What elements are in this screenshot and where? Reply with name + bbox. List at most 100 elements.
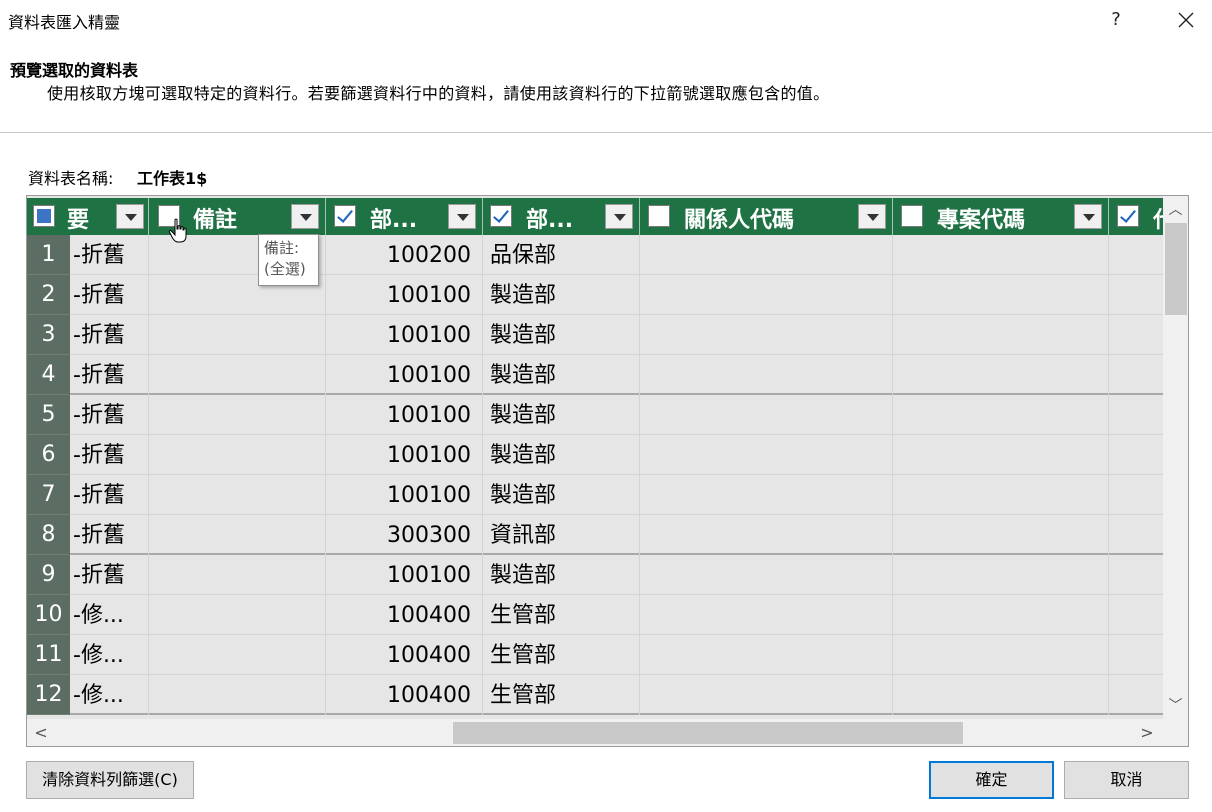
help-button[interactable]: ? <box>1100 4 1132 36</box>
column-checkbox[interactable] <box>334 205 356 227</box>
table-row: 9 -折舊 100100 製造部 <box>27 555 1163 595</box>
table-row: 1 -折舊 100200 品保部 <box>27 235 1163 275</box>
vertical-scrollbar[interactable]: ︿ ﹀ <box>1163 196 1188 719</box>
table-cell <box>893 315 1109 355</box>
column-header: 專案代碼 <box>893 198 1109 235</box>
table-name-label: 資料表名稱: <box>28 169 114 188</box>
table-row: 11 -修... 100400 生管部 <box>27 635 1163 675</box>
column-checkbox[interactable] <box>901 205 923 227</box>
table-row: 6 -折舊 100100 製造部 <box>27 435 1163 475</box>
table-cell: 100400 <box>326 635 483 675</box>
table-cell <box>893 355 1109 395</box>
table-cell <box>1109 475 1163 515</box>
column-label: 關係人代碼 <box>684 208 795 233</box>
table-cell <box>1109 315 1163 355</box>
page-heading: 預覽選取的資料表 <box>10 61 139 80</box>
table-cell: 製造部 <box>483 315 640 355</box>
table-cell: -折舊 <box>70 555 149 595</box>
table-cell <box>893 395 1109 435</box>
table-row: 12 -修... 100400 生管部 <box>27 675 1163 715</box>
horizontal-scroll-thumb[interactable] <box>453 722 963 744</box>
table-cell <box>640 595 893 635</box>
scroll-right-icon[interactable]: > <box>1137 719 1157 746</box>
table-cell <box>1109 355 1163 395</box>
table-row: 7 -折舊 100100 製造部 <box>27 475 1163 515</box>
table-cell: -折舊 <box>70 355 149 395</box>
table-cell: 300300 <box>326 515 483 555</box>
table-cell: -折舊 <box>70 475 149 515</box>
filter-dropdown-icon[interactable] <box>291 204 319 229</box>
table-cell <box>1109 235 1163 275</box>
table-cell: 100200 <box>326 235 483 275</box>
table-cell <box>640 315 893 355</box>
column-header: 代 <box>1109 198 1163 235</box>
ok-button[interactable]: 確定 <box>929 761 1054 799</box>
select-all-checkbox[interactable] <box>33 205 55 227</box>
table-cell <box>149 475 326 515</box>
close-icon[interactable] <box>1170 4 1202 36</box>
table-row: 4 -折舊 100100 製造部 <box>27 355 1163 395</box>
table-cell: 100100 <box>326 395 483 435</box>
cancel-button[interactable]: 取消 <box>1064 761 1189 799</box>
table-cell: 資訊部 <box>483 515 640 555</box>
table-cell: 生管部 <box>483 595 640 635</box>
table-cell: -折舊 <box>70 235 149 275</box>
column-label: 代 <box>1153 202 1163 234</box>
table-cell: 100100 <box>326 475 483 515</box>
table-cell <box>149 635 326 675</box>
filter-dropdown-icon[interactable] <box>1074 204 1102 229</box>
column-header: 部... <box>326 198 483 235</box>
table-cell: 100100 <box>326 275 483 315</box>
table-cell: 100100 <box>326 315 483 355</box>
scroll-down-icon[interactable]: ﹀ <box>1163 696 1188 716</box>
hand-cursor-icon <box>168 218 192 244</box>
column-label: 專案代碼 <box>937 208 1026 233</box>
column-checkbox[interactable] <box>490 205 512 227</box>
row-number: 12 <box>27 675 70 715</box>
column-header: 關係人代碼 <box>640 198 893 235</box>
table-cell <box>1109 595 1163 635</box>
filter-dropdown-icon[interactable] <box>605 204 633 229</box>
column-header: 要 <box>27 198 149 235</box>
table-cell <box>640 515 893 555</box>
row-number: 5 <box>27 395 70 435</box>
table-cell: 100400 <box>326 595 483 635</box>
filter-dropdown-icon[interactable] <box>116 204 144 229</box>
column-label: 部... <box>526 208 574 233</box>
tooltip-line: 備註: <box>264 239 300 257</box>
table-cell <box>149 515 326 555</box>
horizontal-scrollbar[interactable]: < > <box>27 719 1163 746</box>
table-cell <box>640 555 893 595</box>
table-cell <box>149 555 326 595</box>
table-cell: 100400 <box>326 675 483 715</box>
table-cell <box>893 435 1109 475</box>
vertical-scroll-thumb[interactable] <box>1165 223 1187 315</box>
table-cell <box>149 355 326 395</box>
table-cell: 製造部 <box>483 395 640 435</box>
table-row: 3 -折舊 100100 製造部 <box>27 315 1163 355</box>
table-cell <box>640 235 893 275</box>
row-number: 4 <box>27 355 70 395</box>
table-cell: -修... <box>70 675 149 715</box>
table-cell <box>893 275 1109 315</box>
table-cell <box>640 435 893 475</box>
scroll-left-icon[interactable]: < <box>31 719 51 746</box>
table-cell: 製造部 <box>483 355 640 395</box>
column-checkbox[interactable] <box>1117 205 1139 227</box>
clear-row-filter-button[interactable]: 清除資料列篩選(C) <box>26 761 194 799</box>
column-label: 要 <box>67 208 90 233</box>
table-row: 5 -折舊 100100 製造部 <box>27 395 1163 435</box>
column-checkbox[interactable] <box>648 205 670 227</box>
table-cell <box>640 395 893 435</box>
table-cell <box>893 635 1109 675</box>
table-cell <box>640 275 893 315</box>
table-cell: 100100 <box>326 435 483 475</box>
table-row: 2 -折舊 100100 製造部 <box>27 275 1163 315</box>
filter-dropdown-icon[interactable] <box>448 204 476 229</box>
scrollbar-corner <box>1163 719 1188 746</box>
filter-dropdown-icon[interactable] <box>858 204 886 229</box>
table-cell <box>893 235 1109 275</box>
table-cell <box>149 675 326 715</box>
table-cell: 100100 <box>326 355 483 395</box>
scroll-up-icon[interactable]: ︿ <box>1163 200 1188 220</box>
